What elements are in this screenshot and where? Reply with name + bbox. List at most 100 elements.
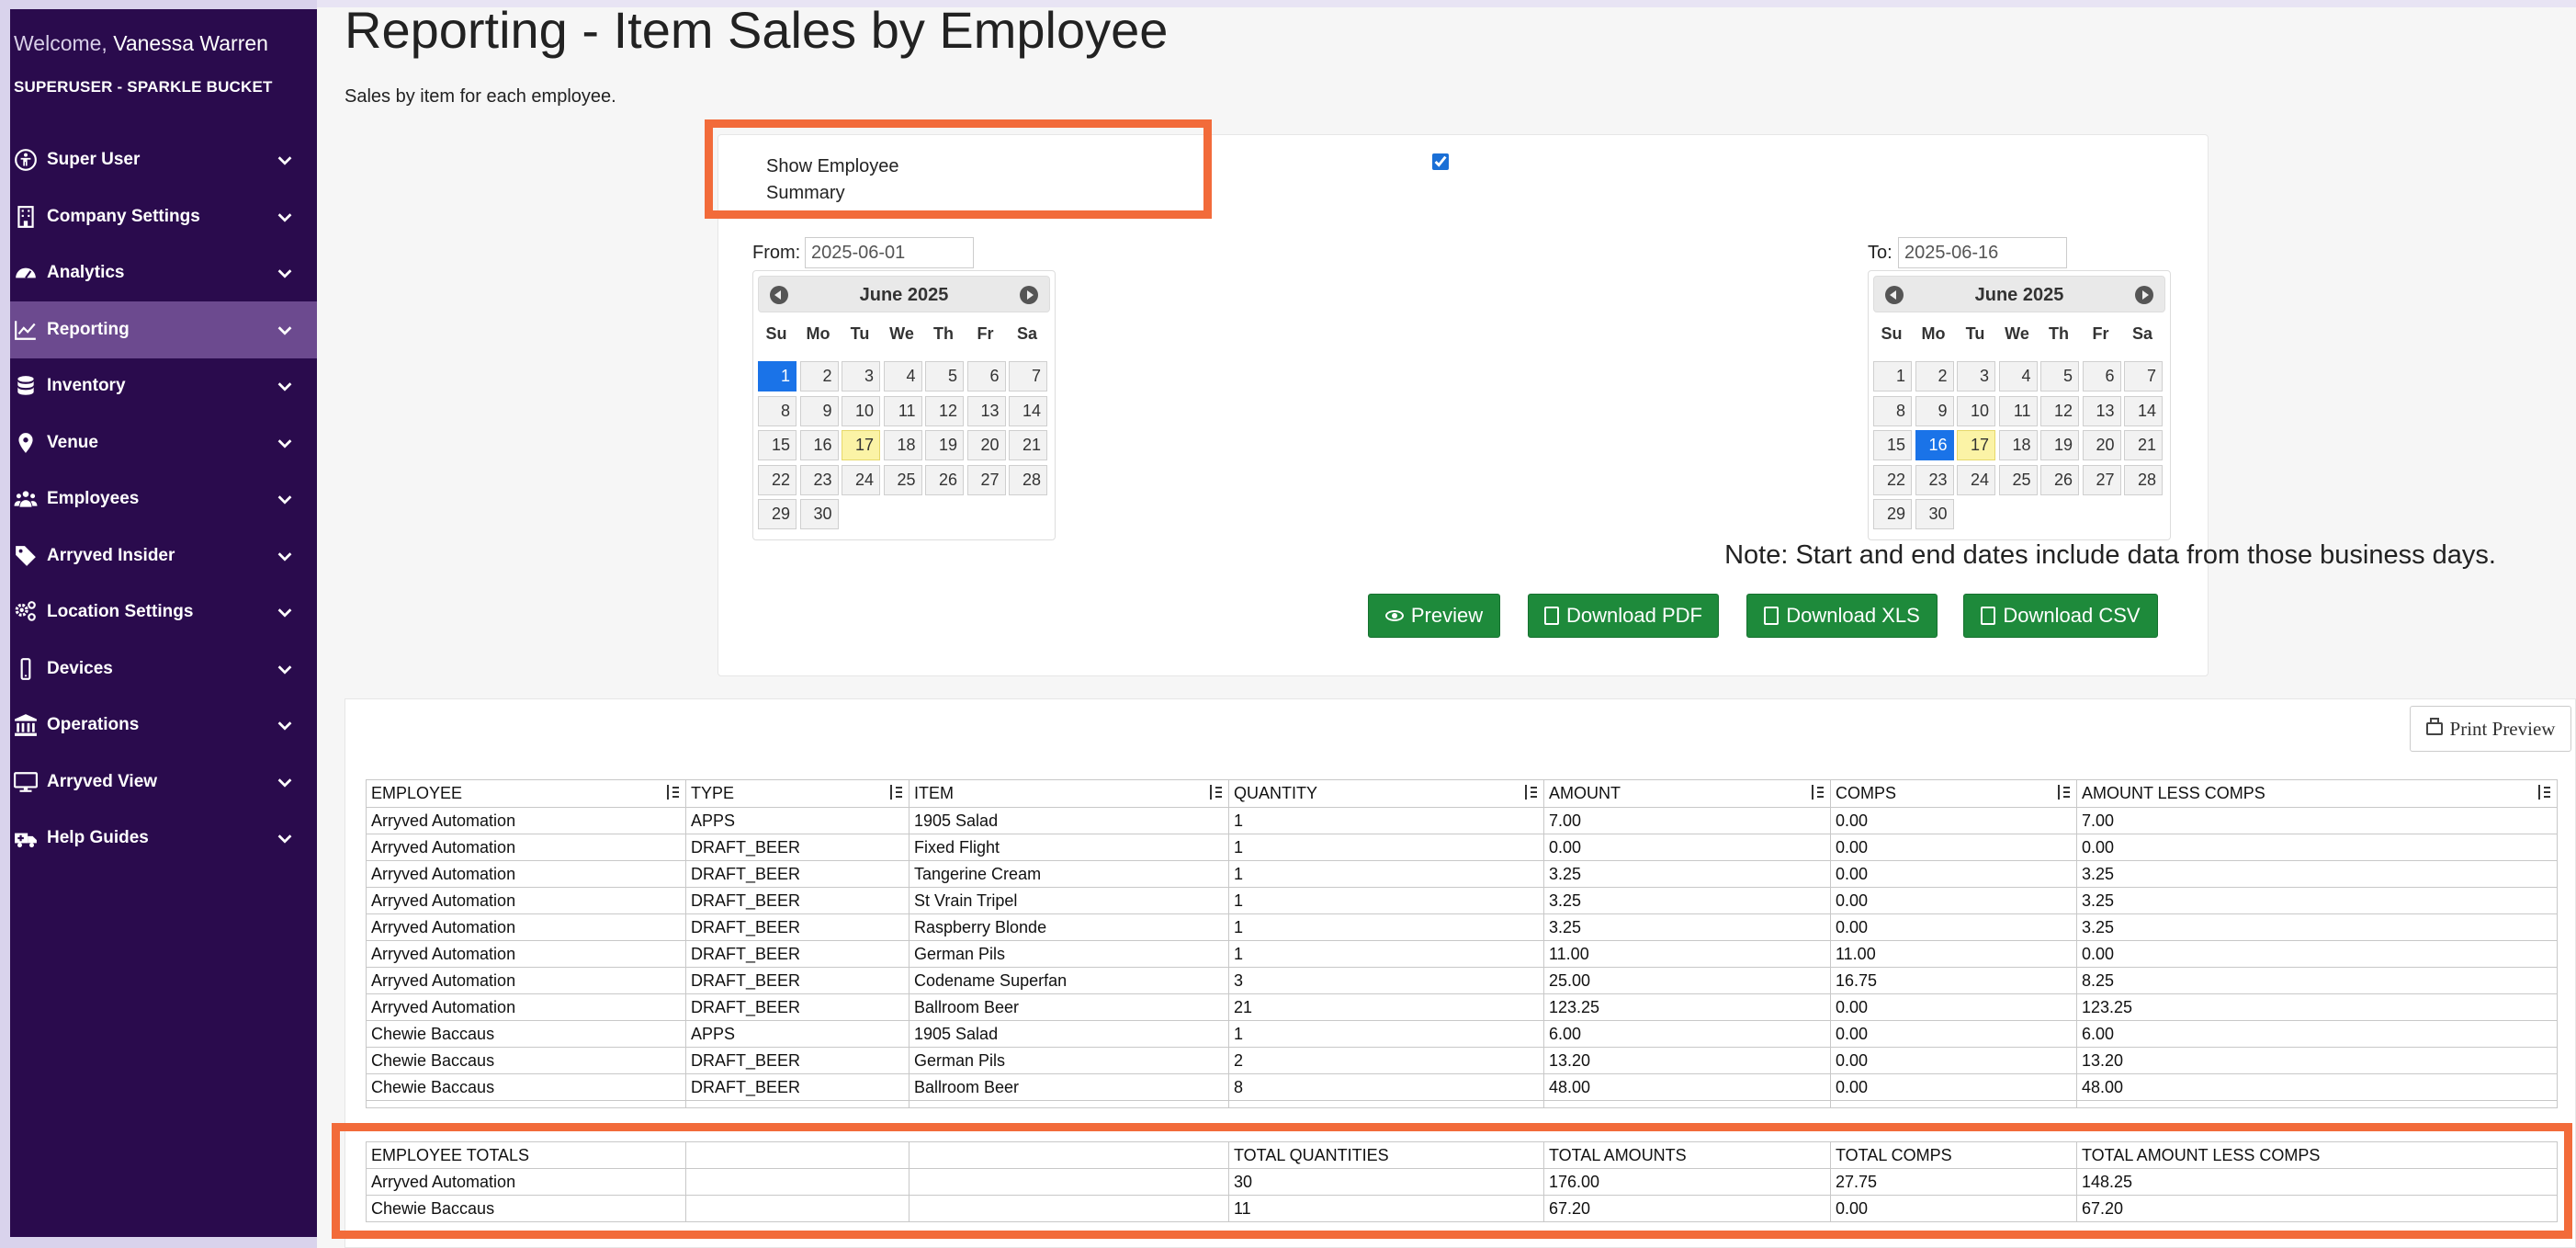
next-month-icon[interactable] [1020, 286, 1038, 304]
calendar-day[interactable]: 26 [925, 464, 964, 495]
sidebar-item-venue[interactable]: Venue [10, 414, 317, 471]
column-header-item[interactable]: ITEM [909, 779, 1229, 808]
calendar-day[interactable]: 6 [966, 361, 1006, 391]
column-header-amount[interactable]: AMOUNT [1543, 779, 1831, 808]
sidebar-item-arryved-insider[interactable]: Arryved Insider [10, 528, 317, 584]
calendar-day[interactable]: 17 [842, 430, 880, 460]
sidebar-item-operations[interactable]: Operations [10, 697, 317, 754]
sidebar-item-reporting[interactable]: Reporting [10, 301, 317, 358]
calendar-day[interactable]: 8 [1873, 395, 1912, 426]
calendar-day[interactable]: 23 [1915, 464, 1954, 495]
calendar-day[interactable]: 10 [842, 395, 880, 426]
calendar-day[interactable]: 9 [1915, 395, 1954, 426]
column-header-amount-less-comps[interactable]: AMOUNT LESS COMPS [2076, 779, 2558, 808]
calendar-day[interactable]: 25 [1998, 464, 2038, 495]
calendar-day[interactable]: 21 [1009, 430, 1047, 460]
sidebar-item-help-guides[interactable]: Help Guides [10, 810, 317, 867]
column-header-quantity[interactable]: QUANTITY [1228, 779, 1544, 808]
calendar-day[interactable]: 22 [1873, 464, 1912, 495]
calendar-day[interactable]: 7 [2124, 361, 2163, 391]
calendar-day[interactable]: 4 [1998, 361, 2038, 391]
sidebar-item-analytics[interactable]: Analytics [10, 244, 317, 301]
calendar-day[interactable]: 29 [758, 499, 797, 529]
calendar-day[interactable]: 16 [799, 430, 839, 460]
sort-icon[interactable] [1208, 785, 1222, 801]
calendar-header: June 2025 [758, 276, 1050, 312]
print-preview-button[interactable]: Print Preview [2410, 706, 2571, 752]
sidebar-item-inventory[interactable]: Inventory [10, 357, 317, 414]
sort-icon[interactable] [2536, 785, 2550, 801]
calendar-day[interactable]: 17 [1957, 430, 1995, 460]
calendar-day[interactable]: 8 [758, 395, 797, 426]
preview-button[interactable]: Preview [1368, 594, 1500, 638]
calendar-day[interactable]: 27 [2082, 464, 2121, 495]
calendar-day[interactable]: 14 [2124, 395, 2163, 426]
sort-icon[interactable] [2056, 785, 2070, 801]
calendar-day[interactable]: 28 [1009, 464, 1047, 495]
calendar-day[interactable]: 28 [2124, 464, 2163, 495]
calendar-day[interactable]: 1 [758, 361, 797, 391]
calendar-day[interactable]: 18 [1998, 430, 2038, 460]
calendar-day[interactable]: 26 [2040, 464, 2079, 495]
calendar-day[interactable]: 19 [2040, 430, 2079, 460]
to-date-input[interactable] [1898, 237, 2067, 268]
download-csv-button[interactable]: Download CSV [1963, 594, 2158, 638]
calendar-day[interactable]: 20 [966, 430, 1006, 460]
calendar-day[interactable]: 2 [1915, 361, 1954, 391]
calendar-day[interactable]: 24 [842, 464, 880, 495]
calendar-day[interactable]: 23 [799, 464, 839, 495]
calendar-day[interactable]: 9 [799, 395, 839, 426]
column-header-comps[interactable]: COMPS [1830, 779, 2077, 808]
calendar-day[interactable]: 3 [842, 361, 880, 391]
sidebar-item-location-settings[interactable]: Location Settings [10, 584, 317, 641]
download-pdf-button[interactable]: Download PDF [1528, 594, 1719, 638]
calendar-day[interactable]: 13 [2082, 395, 2121, 426]
calendar-day[interactable]: 2 [799, 361, 839, 391]
sidebar-item-employees[interactable]: Employees [10, 471, 317, 528]
calendar-day[interactable]: 27 [966, 464, 1006, 495]
show-employee-summary-checkbox[interactable] [1432, 153, 1449, 170]
calendar-day[interactable]: 13 [966, 395, 1006, 426]
calendar-day[interactable]: 19 [925, 430, 964, 460]
calendar-day[interactable]: 30 [799, 499, 839, 529]
calendar-day[interactable]: 25 [883, 464, 922, 495]
sidebar-item-arryved-view[interactable]: Arryved View [10, 754, 317, 811]
table-cell: 25.00 [1543, 967, 1831, 994]
column-header-type[interactable]: TYPE [685, 779, 910, 808]
sort-icon[interactable] [1810, 785, 1824, 801]
next-month-icon[interactable] [2135, 286, 2153, 304]
sort-icon[interactable] [665, 785, 679, 801]
column-header-employee[interactable]: EMPLOYEE [366, 779, 686, 808]
calendar-day[interactable]: 6 [2082, 361, 2121, 391]
sidebar-item-company-settings[interactable]: Company Settings [10, 188, 317, 245]
calendar-day[interactable]: 15 [1873, 430, 1912, 460]
calendar-day[interactable]: 30 [1915, 499, 1954, 529]
calendar-day[interactable]: 7 [1009, 361, 1047, 391]
calendar-day[interactable]: 1 [1873, 361, 1912, 391]
calendar-day[interactable]: 24 [1957, 464, 1995, 495]
sort-icon[interactable] [888, 785, 902, 801]
calendar-day[interactable]: 3 [1957, 361, 1995, 391]
calendar-day[interactable]: 29 [1873, 499, 1912, 529]
sidebar-item-super-user[interactable]: Super User [10, 131, 317, 188]
calendar-day[interactable]: 10 [1957, 395, 1995, 426]
sidebar-item-devices[interactable]: Devices [10, 641, 317, 698]
calendar-day[interactable]: 11 [1998, 395, 2038, 426]
calendar-day[interactable]: 4 [883, 361, 922, 391]
download-xls-button[interactable]: Download XLS [1746, 594, 1938, 638]
calendar-day[interactable]: 22 [758, 464, 797, 495]
calendar-day[interactable]: 5 [2040, 361, 2079, 391]
calendar-day[interactable]: 18 [883, 430, 922, 460]
from-date-input[interactable] [805, 237, 974, 268]
calendar-day[interactable]: 15 [758, 430, 797, 460]
calendar-day[interactable]: 12 [2040, 395, 2079, 426]
table-cell: 8 [1228, 1073, 1544, 1101]
calendar-day[interactable]: 12 [925, 395, 964, 426]
calendar-day[interactable]: 5 [925, 361, 964, 391]
calendar-day[interactable]: 20 [2082, 430, 2121, 460]
calendar-day[interactable]: 11 [883, 395, 922, 426]
calendar-day[interactable]: 16 [1915, 430, 1954, 460]
sort-icon[interactable] [1523, 785, 1537, 801]
calendar-day[interactable]: 21 [2124, 430, 2163, 460]
calendar-day[interactable]: 14 [1009, 395, 1047, 426]
